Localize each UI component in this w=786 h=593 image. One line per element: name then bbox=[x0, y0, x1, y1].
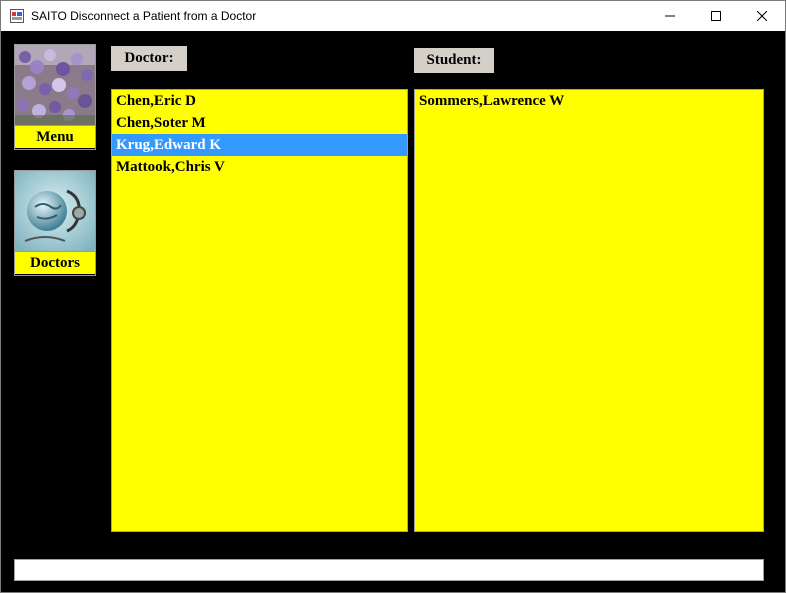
status-textbox[interactable] bbox=[14, 559, 764, 581]
menu-label[interactable]: Menu bbox=[15, 125, 95, 148]
doctor-listbox[interactable]: Chen,Eric D Chen,Soter M Krug,Edward K M… bbox=[111, 89, 408, 532]
student-list-item[interactable]: Sommers,Lawrence W bbox=[415, 90, 763, 112]
maximize-button[interactable] bbox=[693, 1, 739, 31]
doctor-list-item[interactable]: Chen,Eric D bbox=[112, 90, 407, 112]
close-button[interactable] bbox=[739, 1, 785, 31]
doctor-list-item-selected[interactable]: Krug,Edward K bbox=[112, 134, 407, 156]
minimize-icon bbox=[665, 11, 675, 21]
minimize-button[interactable] bbox=[647, 1, 693, 31]
app-window: SAITO Disconnect a Patient from a Doctor bbox=[0, 0, 786, 593]
doctors-tile[interactable]: Doctors bbox=[14, 170, 96, 276]
globe-stethoscope-image bbox=[15, 171, 95, 251]
student-header-label: Student: bbox=[414, 48, 494, 73]
form-app-icon bbox=[10, 9, 24, 23]
close-icon bbox=[757, 11, 767, 21]
title-bar[interactable]: SAITO Disconnect a Patient from a Doctor bbox=[1, 1, 785, 31]
doctors-label[interactable]: Doctors bbox=[15, 251, 95, 274]
doctor-list-item[interactable]: Mattook,Chris V bbox=[112, 156, 407, 178]
doctor-list-item[interactable]: Chen,Soter M bbox=[112, 112, 407, 134]
menu-tile[interactable]: Menu bbox=[14, 44, 96, 150]
wisteria-flowers-image bbox=[15, 45, 95, 125]
student-listbox[interactable]: Sommers,Lawrence W bbox=[414, 89, 764, 532]
window-title: SAITO Disconnect a Patient from a Doctor bbox=[31, 9, 257, 23]
client-area: Menu Doctors Doctor: Student: Chen,Eric … bbox=[1, 31, 785, 592]
doctor-header-label: Doctor: bbox=[111, 46, 187, 71]
maximize-icon bbox=[711, 11, 721, 21]
